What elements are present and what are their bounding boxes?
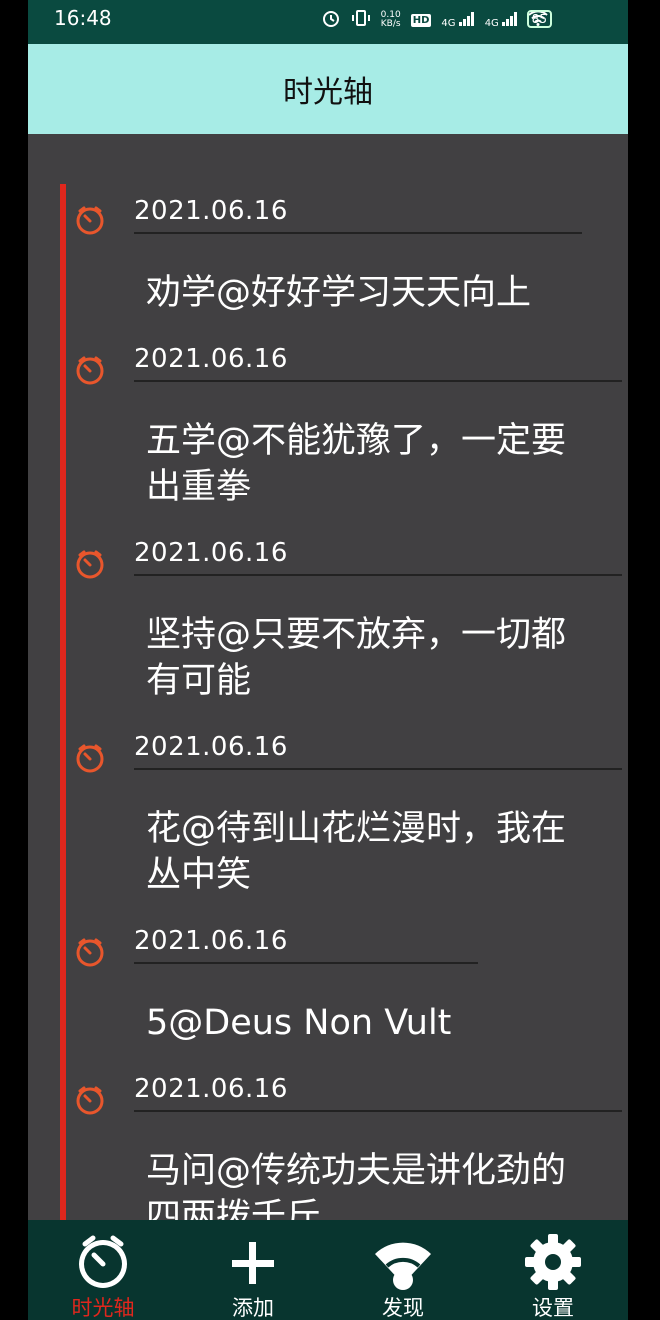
plus-icon [232, 1242, 274, 1284]
discover-icon [375, 1242, 431, 1290]
nav-label: 发现 [382, 1296, 424, 1320]
timeline-line [60, 184, 66, 1220]
bottom-nav: 时光轴 添加 发现 设置 [28, 1220, 628, 1320]
status-time: 16:48 [54, 6, 112, 30]
status-icons: 0.10 KB/s HD 4G 4G [321, 8, 548, 32]
entry-text: 坚持@只要不放弃，一切都有可能 [146, 615, 567, 701]
page-title: 时光轴 [283, 75, 373, 110]
hd-icon: HD [410, 13, 432, 27]
nav-label: 设置 [532, 1296, 574, 1320]
entry-divider [134, 380, 622, 382]
entry-divider [134, 1110, 622, 1112]
nav-label: 添加 [232, 1296, 274, 1320]
entry-date: 2021.06.16 [134, 732, 288, 762]
clock-icon [76, 356, 104, 385]
clock-icon [76, 744, 104, 773]
clock-icon [76, 206, 104, 235]
entry-text: 劝学@好好学习天天向上 [146, 273, 532, 313]
net-speed: 0.10 KB/s [380, 10, 401, 29]
timeline-list[interactable]: 2021.06.16 劝学@好好学习天天向上 2021.06.16 五学@不能犹… [28, 134, 628, 1220]
entry-divider [134, 232, 582, 234]
clock-icon [76, 938, 104, 967]
signal-icon: 4G [485, 11, 518, 29]
entry-text: 5@Deus Non Vult [146, 1003, 452, 1043]
entry-date: 2021.06.16 [134, 344, 288, 374]
nav-label: 时光轴 [71, 1296, 135, 1320]
app-screen: 16:48 0.10 KB/s HD 4G 4G 85 时光轴 2021.06.… [28, 0, 628, 1320]
clock-icon [76, 1086, 104, 1115]
nav-item-settings[interactable]: 设置 [478, 1220, 628, 1320]
alarm-icon [321, 8, 341, 32]
entry-date: 2021.06.16 [134, 538, 288, 568]
vibrate-icon [351, 8, 371, 32]
timeline-clock-icon [79, 1235, 127, 1288]
nav-item-timeline[interactable]: 时光轴 [28, 1220, 178, 1320]
entry-divider [134, 574, 622, 576]
entry-divider [134, 962, 478, 964]
entry-date: 2021.06.16 [134, 926, 288, 956]
gear-icon [525, 1234, 581, 1290]
nav-item-add[interactable]: 添加 [178, 1220, 328, 1320]
status-bar: 16:48 0.10 KB/s HD 4G 4G 85 [28, 0, 628, 44]
signal-icon: 4G [441, 11, 474, 29]
entry-text: 五学@不能犹豫了，一定要出重拳 [146, 421, 567, 507]
entry-text: 马问@传统功夫是讲化劲的四两拨千斤 [146, 1151, 567, 1220]
entry-divider [134, 768, 622, 770]
entry-date: 2021.06.16 [134, 196, 288, 226]
nav-item-discover[interactable]: 发现 [328, 1220, 478, 1320]
battery-icon: 85 [526, 10, 552, 28]
clock-icon [76, 550, 104, 579]
entry-date: 2021.06.16 [134, 1074, 288, 1104]
entry-text: 花@待到山花烂漫时，我在丛中笑 [146, 809, 567, 895]
app-bar: 时光轴 [28, 44, 628, 134]
